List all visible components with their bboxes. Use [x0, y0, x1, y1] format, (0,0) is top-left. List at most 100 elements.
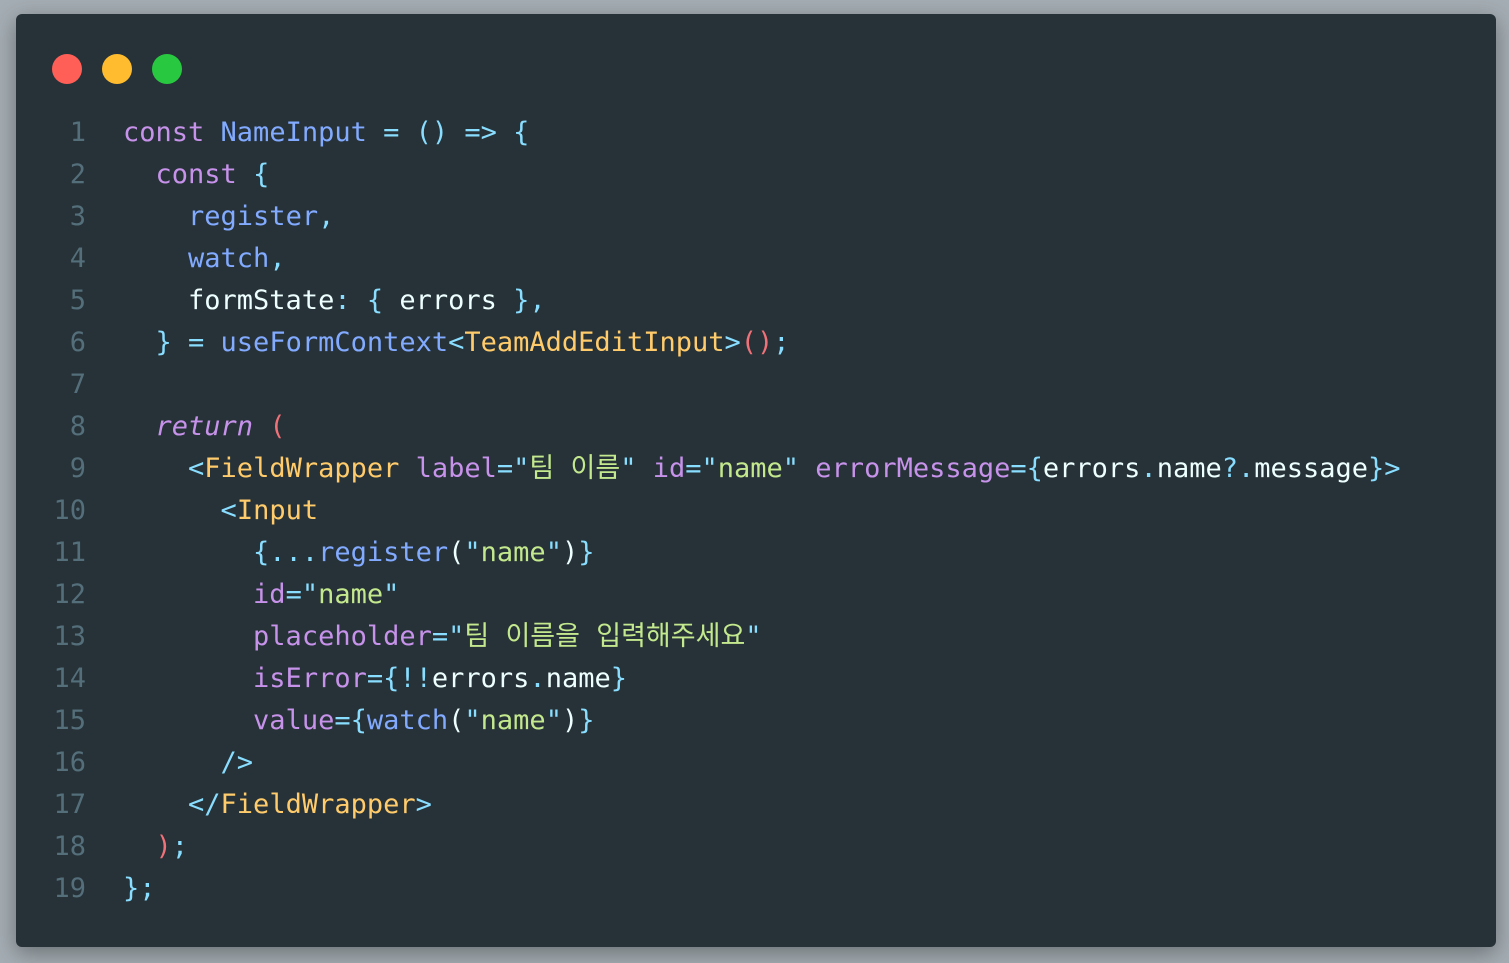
code-token: isError	[253, 663, 367, 694]
code-line-text: isError={!!errors.name}	[86, 658, 627, 700]
code-token: return	[155, 411, 270, 442]
code-line: 2 const {	[16, 154, 1401, 196]
code-token: (	[448, 537, 465, 568]
code-token: Input	[236, 495, 319, 526]
code-line-text: formState: { errors },	[86, 280, 546, 322]
code-block: 1 const NameInput = () => { 2 const { 3 reg…	[16, 112, 1401, 910]
code-token: "	[545, 537, 562, 568]
code-token: TeamAddEditInput	[464, 327, 725, 358]
code-token: useFormContext	[220, 327, 449, 358]
code-line-text: placeholder="팀 이름을 입력해주세요"	[86, 616, 762, 658]
code-line: 5 formState: { errors },	[16, 280, 1401, 322]
line-number: 8	[69, 411, 86, 442]
code-token: placeholder	[253, 621, 432, 652]
line-number: 11	[53, 537, 86, 568]
code-token: "	[464, 537, 481, 568]
code-token: name	[480, 537, 546, 568]
code-token: const	[123, 117, 221, 148]
code-token: ()	[740, 327, 774, 358]
code-token: errors	[1042, 453, 1141, 484]
code-token: .	[529, 663, 546, 694]
code-token: name	[318, 579, 384, 610]
code-token: {	[253, 159, 270, 190]
code-line-text: register,	[86, 196, 334, 238]
code-token: const	[155, 159, 254, 190]
code-token: ;	[773, 327, 790, 358]
code-token: };	[123, 873, 156, 904]
code-token: }>	[1368, 453, 1401, 484]
code-line: 1 const NameInput = () => {	[16, 112, 1401, 154]
code-token: ={	[334, 705, 367, 736]
code-token: errorMessage	[815, 453, 1011, 484]
code-token: ={!!	[366, 663, 432, 694]
code-token: errors	[399, 285, 514, 316]
code-token: errors	[431, 663, 530, 694]
line-number: 9	[69, 453, 86, 484]
code-token: "	[745, 621, 762, 652]
code-token: name	[1156, 453, 1222, 484]
window-controls	[52, 54, 182, 84]
code-line: 14 isError={!!errors.name}	[16, 658, 1401, 700]
code-line-text: id="name"	[86, 574, 399, 616]
code-line-text: {...register("name")}	[86, 532, 594, 574]
line-number: 19	[53, 873, 86, 904]
code-token: = () => {	[383, 117, 530, 148]
code-token: name	[545, 663, 611, 694]
code-token: value	[253, 705, 335, 736]
code-token: >	[724, 327, 741, 358]
code-token: <	[448, 327, 465, 358]
code-line-text: </FieldWrapper>	[86, 784, 432, 826]
code-line-text: } = useFormContext<TeamAddEditInput>();	[86, 322, 790, 364]
minimize-dot-icon[interactable]	[102, 54, 132, 84]
code-line: 8 return (	[16, 406, 1401, 448]
code-line: 12 id="name"	[16, 574, 1401, 616]
code-token: watch	[366, 705, 449, 736]
code-token: ="	[685, 453, 718, 484]
code-token: "	[545, 705, 562, 736]
code-window: 1 const NameInput = () => { 2 const { 3 reg…	[16, 14, 1496, 947]
code-line: 19};	[16, 868, 1401, 910]
line-number: 17	[53, 789, 86, 820]
line-number: 1	[69, 117, 86, 148]
close-dot-icon[interactable]	[52, 54, 82, 84]
code-token: ="	[431, 621, 465, 652]
line-number: 13	[53, 621, 86, 652]
code-token: "	[782, 453, 816, 484]
code-token: label	[415, 453, 497, 484]
line-number: 15	[53, 705, 86, 736]
code-token: ?.	[1221, 453, 1255, 484]
code-token: {...	[253, 537, 319, 568]
code-token: <	[220, 495, 237, 526]
code-line: 10 <Input	[16, 490, 1401, 532]
code-token: },	[513, 285, 546, 316]
maximize-dot-icon[interactable]	[152, 54, 182, 84]
code-token: ="	[496, 453, 530, 484]
code-line-text: );	[86, 826, 189, 868]
code-token: "	[620, 453, 653, 484]
code-line-text: <FieldWrapper label="팀 이름" id="name" err…	[86, 448, 1401, 490]
code-line: 11 {...register("name")}	[16, 532, 1401, 574]
code-token: ={	[1010, 453, 1043, 484]
code-token: "	[383, 579, 400, 610]
line-number: 4	[69, 243, 86, 274]
code-line-text: watch,	[86, 238, 286, 280]
line-number: 3	[69, 201, 86, 232]
code-line-text: value={watch("name")}	[86, 700, 594, 742]
code-token: ="	[285, 579, 319, 610]
line-number: 16	[53, 747, 86, 778]
code-line: 4 watch,	[16, 238, 1401, 280]
code-token: register	[188, 201, 319, 232]
code-token: NameInput	[220, 117, 384, 148]
